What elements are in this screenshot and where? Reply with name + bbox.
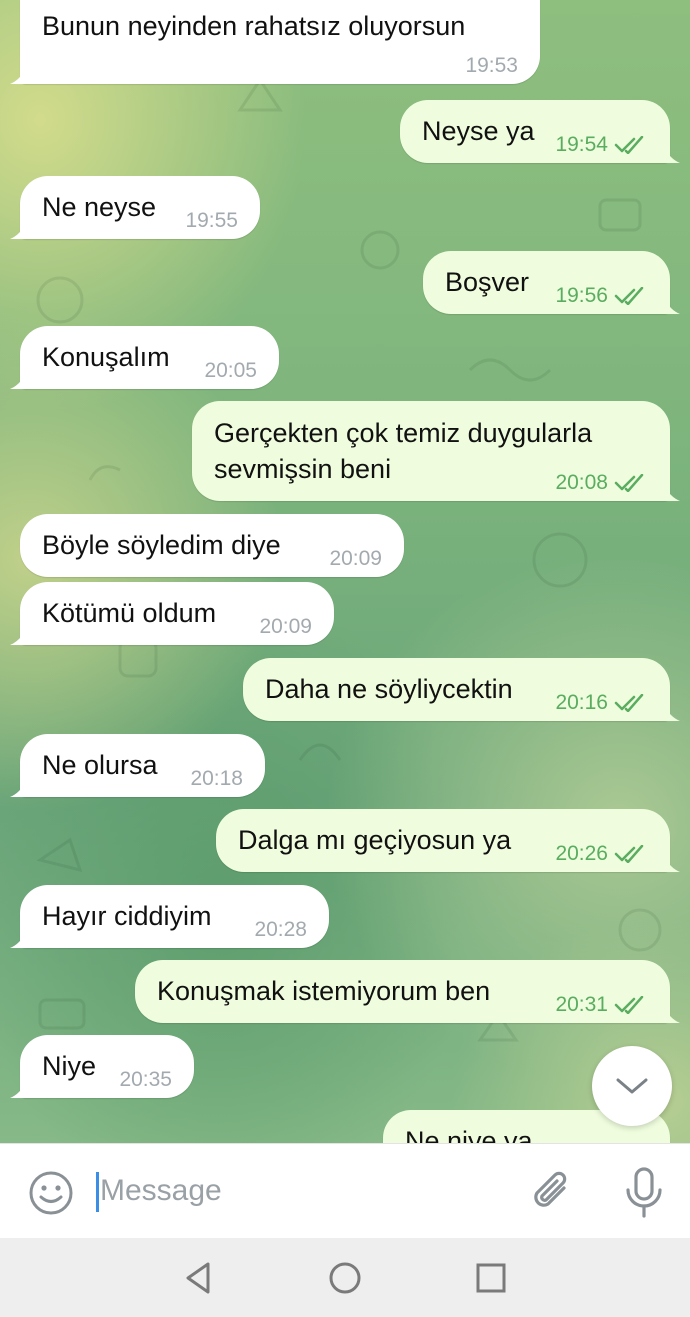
- message-meta: 20:08: [555, 471, 648, 495]
- message-text: Ne olursa: [42, 750, 158, 780]
- message-bubble-incoming[interactable]: Ne olursa 20:18: [10, 734, 265, 797]
- message-bubble-incoming[interactable]: Kötümü oldum 20:09: [10, 582, 334, 645]
- bubble-tail: [10, 781, 26, 797]
- message-meta: 20:28: [254, 918, 307, 942]
- message-meta: 20:26: [555, 842, 648, 866]
- bubble-tail: [10, 223, 26, 239]
- square-recents-icon[interactable]: [471, 1258, 511, 1298]
- bubble-tail: [10, 373, 26, 389]
- bubble-tail: [664, 856, 680, 872]
- message-text: Böyle söyledim diye: [42, 530, 281, 560]
- message-meta: 19:55: [185, 209, 238, 233]
- circle-home-icon[interactable]: [325, 1258, 365, 1298]
- message-text: Boşver: [445, 267, 530, 297]
- message-text: Daha ne söyliycektin: [265, 674, 513, 704]
- message-text: Hayır ciddiyim: [42, 901, 212, 931]
- bubble-tail: [10, 629, 26, 645]
- message-time: 20:08: [555, 471, 608, 494]
- message-text: Ne niye ya: [405, 1126, 533, 1143]
- bubble-tail: [10, 68, 26, 84]
- message-bubble-outgoing[interactable]: Neyse ya 19:54: [400, 100, 680, 163]
- message-time: 20:31: [555, 993, 608, 1016]
- message-time: 20:18: [190, 767, 243, 790]
- message-text: Konuşalım: [42, 342, 170, 372]
- double-check-icon: [614, 287, 644, 305]
- system-navigation-bar: [0, 1238, 690, 1317]
- double-check-icon: [614, 845, 644, 863]
- scroll-to-bottom-button[interactable]: [592, 1046, 672, 1126]
- message-meta: 20:05: [204, 359, 257, 383]
- message-text: Ne neyse: [42, 192, 157, 222]
- message-meta: 19:56: [555, 284, 648, 308]
- message-meta: 20:16: [555, 691, 648, 715]
- message-bubble-outgoing[interactable]: Dalga mı geçiyosun ya 20:26: [216, 809, 680, 872]
- bubble-tail: [664, 705, 680, 721]
- message-composer: [0, 1143, 690, 1239]
- message-text: Neyse ya: [422, 116, 535, 146]
- message-meta: 20:35: [119, 1068, 172, 1092]
- double-check-icon: [614, 136, 644, 154]
- bubble-tail: [664, 147, 680, 163]
- bubble-tail: [10, 932, 26, 948]
- message-time: 19:53: [465, 54, 518, 77]
- message-text: Niye: [42, 1051, 97, 1081]
- text-cursor: [96, 1172, 99, 1212]
- chevron-down-icon: [616, 1078, 648, 1094]
- message-bubble-outgoing[interactable]: Daha ne söyliycektin 20:16: [243, 658, 680, 721]
- message-bubble-incoming[interactable]: Böyle söyledim diye 20:09: [20, 514, 404, 577]
- message-meta: 20:09: [259, 615, 312, 639]
- double-check-icon: [614, 996, 644, 1014]
- message-time: 20:28: [254, 918, 307, 941]
- double-check-icon: [614, 694, 644, 712]
- paperclip-icon[interactable]: [528, 1168, 576, 1218]
- message-time: 19:55: [185, 209, 238, 232]
- message-time: 20:05: [204, 359, 257, 382]
- message-bubble-incoming[interactable]: Konuşalım 20:05: [10, 326, 279, 389]
- bubble-tail: [664, 298, 680, 314]
- message-time: 19:56: [555, 284, 608, 307]
- message-bubble-outgoing[interactable]: Boşver 19:56: [423, 251, 680, 314]
- message-text: Dalga mı geçiyosun ya: [238, 825, 512, 855]
- message-time: 20:35: [119, 1068, 172, 1091]
- message-time: 20:09: [259, 615, 312, 638]
- message-meta: 20:18: [190, 767, 243, 791]
- telegram-chat-screen: Bunun neyinden rahatsız oluyorsun 19:53 …: [0, 0, 690, 1317]
- smile-icon[interactable]: [28, 1170, 74, 1216]
- message-input[interactable]: [100, 1166, 500, 1216]
- triangle-back-icon[interactable]: [178, 1258, 218, 1298]
- message-time: 20:16: [555, 691, 608, 714]
- message-bubble-incoming[interactable]: Hayır ciddiyim 20:28: [10, 885, 329, 948]
- message-bubble-outgoing[interactable]: Konuşmak istemiyorum ben 20:31: [135, 960, 680, 1023]
- message-bubble-incoming[interactable]: Bunun neyinden rahatsız oluyorsun 19:53: [10, 0, 540, 84]
- message-meta: 20:09: [329, 547, 382, 571]
- message-list[interactable]: Bunun neyinden rahatsız oluyorsun 19:53 …: [0, 0, 690, 1143]
- double-check-icon: [614, 474, 644, 492]
- microphone-icon[interactable]: [622, 1166, 666, 1220]
- message-meta: 19:54: [555, 133, 648, 157]
- bubble-tail: [664, 1007, 680, 1023]
- bubble-tail: [664, 485, 680, 501]
- message-bubble-incoming[interactable]: Niye 20:35: [10, 1035, 194, 1098]
- message-bubble-outgoing[interactable]: Gerçekten çok temiz duygularla sevmişsin…: [192, 401, 680, 501]
- message-time: 19:54: [555, 133, 608, 156]
- message-meta: 19:53: [465, 54, 518, 78]
- bubble-tail: [10, 1082, 26, 1098]
- message-meta: 20:31: [555, 993, 648, 1017]
- message-bubble-incoming[interactable]: Ne neyse 19:55: [10, 176, 260, 239]
- message-text: Konuşmak istemiyorum ben: [157, 976, 491, 1006]
- message-text: Kötümü oldum: [42, 598, 217, 628]
- message-text: Bunun neyinden rahatsız oluyorsun: [42, 11, 466, 41]
- message-time: 20:09: [329, 547, 382, 570]
- message-time: 20:26: [555, 842, 608, 865]
